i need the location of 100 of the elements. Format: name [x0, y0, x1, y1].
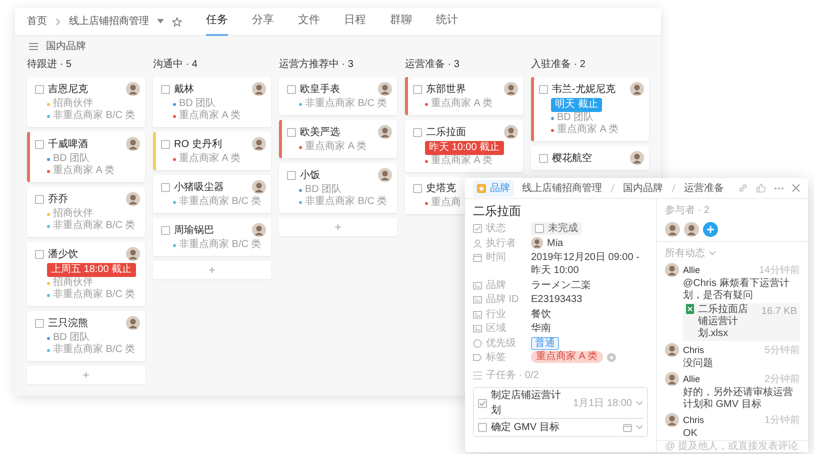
- task-card[interactable]: 二乐拉面 昨天 10:00 截止 重点商家 A 类: [405, 120, 523, 172]
- task-card[interactable]: 欧美严选 重点商家 A 类: [279, 120, 397, 158]
- comment-author: Chris: [683, 344, 704, 358]
- assignee-name: Mia: [547, 236, 564, 250]
- task-title: 乔乔: [48, 192, 68, 206]
- tag-label: 重点商家 A 类: [179, 110, 241, 122]
- tag-label: 非重点商家 B/C 类: [53, 344, 136, 356]
- tag-label: 重点商家 A 类: [179, 153, 241, 165]
- comment-author: Chris: [683, 414, 704, 428]
- deadline-label: 上周五 18:00 截止: [47, 263, 136, 277]
- due-date: 1月1日 18:00: [573, 396, 632, 411]
- task-title: 小猪吸尘器: [174, 180, 224, 194]
- task-card[interactable]: 戴林 BD 团队 重点商家 A 类: [153, 77, 271, 127]
- tag-label: BD 团队: [53, 332, 90, 344]
- field-value: ラーメン二楽: [531, 278, 591, 292]
- tab[interactable]: 统计: [436, 8, 458, 36]
- task-card[interactable]: 东部世界 重点商家 A 类: [405, 77, 523, 115]
- task-card[interactable]: 千威啤酒 BD 团队 重点商家 A 类: [27, 132, 145, 182]
- task-card[interactable]: 潘少饮 上周五 18:00 截止 招商伙伴 非重点商家 B/C 类: [27, 242, 145, 306]
- comment-text: 好的，另外还请审核运营计划和 GMV 目标: [683, 387, 794, 412]
- task-title: 潘少饮: [48, 248, 78, 260]
- comment-time: 1分钟前: [764, 414, 800, 428]
- task-card[interactable]: 吉恩尼克 招商伙伴 非重点商家 B/C 类: [27, 77, 145, 127]
- tab[interactable]: 分享: [252, 8, 274, 36]
- column-title: 运营方推荐中 · 3: [279, 58, 354, 72]
- tag-label: 重点商家 A 类: [531, 351, 603, 364]
- tab[interactable]: 日程: [344, 8, 366, 36]
- task-title: 吉恩尼克: [48, 82, 88, 96]
- task-card[interactable]: 小猪吸尘器 非重点商家 B/C 类: [153, 175, 271, 213]
- tab[interactable]: 群聊: [390, 8, 412, 36]
- tag-label: 非重点商家 B/C 类: [53, 220, 136, 232]
- task-title: 戴林: [174, 82, 194, 96]
- task-title: 史塔克: [426, 182, 456, 195]
- field-value: 华南: [531, 322, 551, 336]
- status-toggle[interactable]: 未完成: [531, 222, 582, 236]
- task-card[interactable]: 三只浣熊 BD 团队 非重点商家 B/C 类: [27, 311, 145, 361]
- comment-time: 2分钟前: [764, 372, 800, 386]
- tag-label: 非重点商家 B/C 类: [305, 196, 388, 208]
- task-card[interactable]: 韦兰-尤妮尼克 明天 截止 BD 团队 重点商家 A 类: [531, 77, 649, 141]
- breadcrumb-link[interactable]: 线上店铺招商管理: [522, 180, 602, 196]
- task-card[interactable]: 乔乔 招商伙伴 非重点商家 B/C 类: [27, 187, 145, 237]
- breadcrumb-link[interactable]: 运营准备: [684, 180, 724, 196]
- tab[interactable]: 文件: [298, 8, 320, 36]
- task-card[interactable]: 周瑜锅巴 非重点商家 B/C 类: [153, 218, 271, 256]
- subtask-title: 制定店铺运营计划: [491, 388, 562, 418]
- deadline-label: 昨天 10:00 截止: [425, 141, 504, 155]
- column-title: 运营准备 · 3: [405, 58, 460, 72]
- breadcrumb-link[interactable]: 线上店铺招商管理: [69, 14, 149, 29]
- subtask-title: 确定 GMV 目标: [491, 420, 560, 436]
- tag-label: BD 团队: [179, 98, 216, 110]
- breadcrumb-link[interactable]: 首页: [27, 14, 47, 29]
- tab[interactable]: 任务: [206, 8, 228, 36]
- file-size: 16.7 KB: [761, 305, 797, 320]
- field-label: 品牌 ID: [486, 293, 519, 306]
- tag-label: 重点商家 A 类: [53, 165, 115, 177]
- tag-label: 招商伙伴: [53, 208, 93, 220]
- comment-author: Allie: [683, 264, 700, 278]
- field-label: 标签: [486, 351, 506, 364]
- field-label: 时间: [486, 251, 506, 264]
- task-card[interactable]: 欧皇手表 非重点商家 B/C 类: [279, 77, 397, 115]
- task-title: 三只浣熊: [48, 316, 88, 330]
- field-value: E23193433: [531, 293, 582, 306]
- tag-label: 招商伙伴: [53, 277, 93, 288]
- task-card[interactable]: 樱花航空: [531, 146, 649, 170]
- column-title: 待跟进 · 5: [27, 58, 72, 72]
- category-label: 品牌: [490, 182, 510, 196]
- comment-text: @Chris 麻烦看下运营计划，是否有疑问: [683, 278, 790, 302]
- comment-text: 没问题: [683, 358, 714, 370]
- priority-label: 普通: [531, 336, 559, 350]
- status-label: 未完成: [548, 222, 578, 236]
- field-label: 品牌: [486, 278, 506, 292]
- tag-label: BD 团队: [557, 112, 594, 124]
- deadline-label: 明天 截止: [551, 98, 602, 112]
- comment-text: OK: [683, 428, 698, 440]
- tag-label: 非重点商家 B/C 类: [53, 289, 136, 301]
- tag-label: 重点商: [431, 197, 461, 209]
- breadcrumb-link[interactable]: 国内品牌: [623, 180, 663, 196]
- tag-label: 重点商家 A 类: [557, 124, 619, 136]
- field-label: 区域: [486, 322, 506, 336]
- field-label: 状态: [486, 222, 506, 236]
- comment-time: 5分钟前: [764, 344, 800, 358]
- task-title: 欧美严选: [300, 126, 340, 138]
- tag-label: 招商伙伴: [53, 98, 93, 110]
- group-title: 国内品牌: [46, 40, 86, 54]
- field-label: 行业: [486, 308, 506, 321]
- task-card[interactable]: 小饭 BD 团队 非重点商家 B/C 类: [279, 163, 397, 213]
- task-title: 韦兰-尤妮尼克: [552, 82, 616, 96]
- tag-label: 重点商家 A 类: [431, 98, 493, 110]
- task-title: 樱花航空: [552, 152, 592, 164]
- tag-label: 非重点商家 B/C 类: [53, 110, 136, 122]
- file-attachment[interactable]: 二乐拉面店铺运营计划.xlsx 16.7 KB: [683, 303, 800, 342]
- comment-time: 14分钟前: [758, 264, 800, 278]
- field-value: 2019年12月20日 09:00 - 昨天 10:00: [531, 251, 640, 278]
- comment-author: Allie: [683, 373, 700, 386]
- column-title: 入驻准备 · 2: [531, 58, 586, 72]
- task-card[interactable]: RO 史丹利 重点商家 A 类: [153, 132, 271, 170]
- comment-input[interactable]: @ 提及他人，或直接发表评论: [657, 440, 808, 452]
- field-label: 优先级: [486, 336, 516, 350]
- tag-label: 重点商家 A 类: [431, 155, 493, 167]
- task-title: 千威啤酒: [48, 138, 88, 150]
